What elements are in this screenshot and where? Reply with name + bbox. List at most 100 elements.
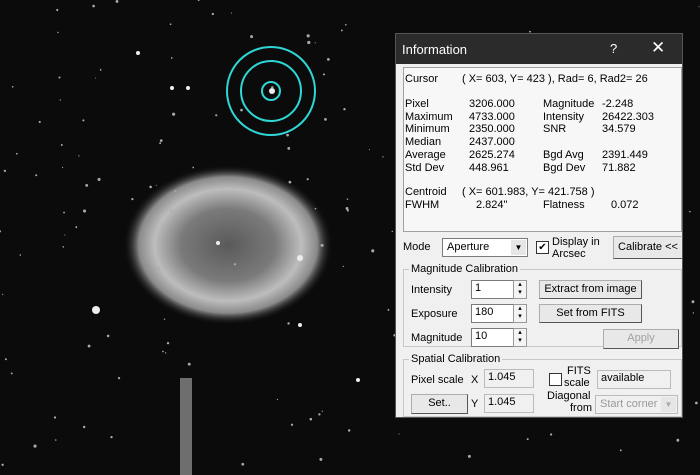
star	[57, 31, 59, 34]
stat-label: Pixel	[405, 98, 429, 110]
star	[117, 376, 121, 380]
star	[78, 155, 80, 157]
star	[97, 177, 101, 181]
apply-button[interactable]: Apply	[603, 329, 679, 349]
title-bar[interactable]: Information ? ✕	[396, 34, 682, 64]
star	[15, 152, 18, 155]
cursor-value: ( X= 603, Y= 423 ), Rad= 6, Rad2= 26	[462, 73, 648, 85]
star	[371, 249, 375, 253]
star	[62, 246, 65, 248]
stat-value: 3206.000	[469, 98, 515, 110]
arcsec-checkbox[interactable]: ✔	[536, 241, 549, 254]
star	[35, 174, 38, 177]
star	[324, 118, 327, 121]
star	[309, 417, 313, 421]
star	[187, 362, 191, 366]
star	[241, 462, 245, 466]
star	[159, 139, 163, 142]
stat-label: Median	[405, 136, 442, 149]
exposure-spinner[interactable]: ▴ ▾	[513, 304, 527, 323]
star	[314, 42, 316, 44]
exposure-input[interactable]: 180	[471, 304, 514, 323]
star	[347, 429, 351, 432]
star	[343, 108, 346, 111]
stat-value: 448.961	[469, 161, 509, 174]
fits-available-field: available	[597, 370, 671, 389]
star	[211, 12, 214, 16]
star	[186, 86, 190, 90]
group-title: Magnitude Calibration	[409, 263, 521, 275]
star	[215, 114, 218, 117]
star	[169, 23, 172, 26]
stat-value: 2437.000	[469, 136, 515, 149]
star	[115, 0, 119, 3]
information-dialog: Information ? ✕ Cursor ( X= 603, Y= 423 …	[395, 33, 683, 418]
star	[75, 226, 78, 229]
intensity-spinner[interactable]: ▴ ▾	[513, 280, 527, 299]
magnitude-label: Magnitude	[411, 332, 463, 344]
star	[159, 142, 162, 145]
fwhm-value: 2.824"	[476, 199, 508, 211]
fwhm-label: FWHM	[405, 199, 440, 211]
arcsec-label-1: Display in	[552, 236, 600, 248]
set-button[interactable]: Set..	[411, 394, 468, 414]
star	[170, 86, 174, 90]
star	[165, 352, 167, 354]
star	[287, 146, 291, 150]
star	[320, 243, 324, 247]
star	[61, 166, 64, 169]
diagonal-value: Start corner	[600, 398, 658, 410]
star	[698, 6, 700, 8]
star	[82, 425, 86, 429]
chevron-down-icon: ▼	[511, 240, 526, 255]
help-button[interactable]: ?	[610, 41, 617, 56]
stat-value: 2625.274	[469, 148, 515, 161]
star	[1, 463, 4, 466]
star	[307, 40, 311, 45]
star	[4, 358, 7, 361]
extract-from-image-button[interactable]: Extract from image	[539, 280, 642, 299]
star	[319, 457, 323, 461]
centroid-label: Centroid	[405, 186, 447, 198]
star	[54, 439, 57, 441]
star	[286, 133, 289, 137]
mode-select[interactable]: Aperture ▼	[442, 238, 528, 257]
star	[526, 438, 529, 441]
mode-label: Mode	[403, 241, 431, 253]
stat-value: 71.882	[602, 161, 636, 174]
calibrate-button[interactable]: Calibrate <<	[613, 236, 683, 259]
stat-label: Maximum	[405, 110, 453, 123]
star	[692, 312, 695, 314]
star	[3, 169, 7, 173]
stat-value: 26422.303	[602, 110, 654, 123]
star	[59, 99, 61, 101]
set-from-fits-button[interactable]: Set from FITS	[539, 304, 642, 323]
star	[356, 378, 360, 382]
star	[0, 230, 2, 233]
star	[250, 35, 254, 39]
diagonal-from-select[interactable]: Start corner ▼	[595, 395, 678, 414]
fits-scale-checkbox[interactable]	[549, 373, 562, 386]
pixel-scale-label: Pixel scale	[411, 374, 464, 386]
magnitude-input[interactable]: 10	[471, 328, 514, 347]
star	[240, 108, 243, 112]
pixel-scale-x-input[interactable]: 1.045	[484, 369, 534, 388]
star	[298, 323, 302, 327]
star	[368, 149, 370, 151]
pixel-scale-y-input[interactable]: 1.045	[484, 394, 534, 413]
star	[689, 210, 691, 213]
intensity-input[interactable]: 1	[471, 280, 514, 299]
magnitude-spinner[interactable]: ▴ ▾	[513, 328, 527, 347]
star	[33, 444, 37, 448]
stat-label: Magnitude	[543, 98, 595, 110]
stat-label: Minimum	[405, 123, 450, 136]
star	[64, 234, 66, 236]
stat-label: Std Dev	[405, 161, 445, 174]
stat-label: Intensity	[543, 110, 584, 123]
spatial-calibration-group: Spatial Calibration Pixel scale X 1.045 …	[403, 353, 682, 417]
star	[166, 341, 170, 345]
close-button[interactable]: ✕	[651, 38, 665, 58]
stat-value: -2.248	[602, 98, 634, 110]
star	[60, 144, 63, 146]
star	[276, 398, 279, 401]
